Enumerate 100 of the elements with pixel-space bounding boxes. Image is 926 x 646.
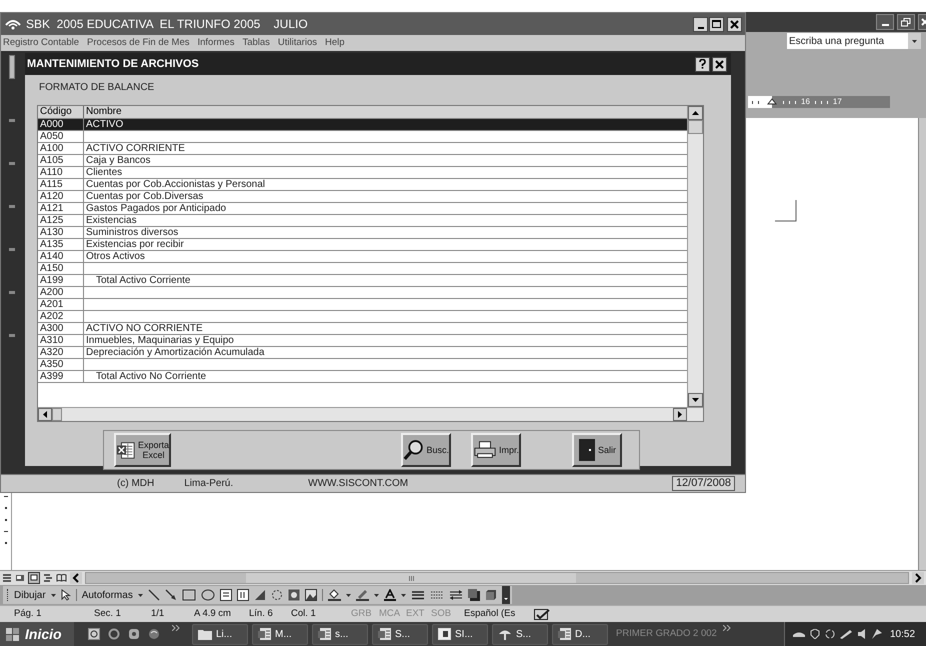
desktop-icon[interactable] <box>88 628 100 640</box>
menu-item[interactable]: Tablas <box>242 36 270 50</box>
table-row[interactable]: A135 Existencias por recibir <box>38 239 687 251</box>
text-box-icon[interactable] <box>220 589 232 601</box>
book-icon[interactable] <box>56 573 67 583</box>
table-row[interactable]: A121 Gastos Pagados por Anticipado <box>38 203 687 215</box>
maximize-button[interactable] <box>709 16 724 32</box>
column-header[interactable]: Nombre <box>86 106 122 117</box>
scroll-up-icon[interactable] <box>692 111 699 115</box>
browser-icon[interactable] <box>108 628 120 640</box>
table-row[interactable]: A300 ACTIVO NO CORRIENTE <box>38 323 687 335</box>
scroll-left-icon[interactable] <box>70 572 82 584</box>
horizontal-scrollbar[interactable] <box>85 572 909 584</box>
search-button[interactable]: Busc. <box>401 433 451 467</box>
table-row[interactable]: A320 Depreciación y Amortización Acumulada <box>38 347 687 359</box>
tray-swirl-icon[interactable] <box>825 629 835 639</box>
vertical-scrollbar[interactable] <box>918 118 926 570</box>
start-button[interactable]: Inicio <box>0 622 74 646</box>
table-row[interactable]: A000 ACTIVO <box>38 119 687 131</box>
table-row[interactable]: A105 Caja y Bancos <box>38 155 687 167</box>
splitter-handle[interactable] <box>9 55 15 79</box>
font-color-icon[interactable] <box>384 589 396 601</box>
tray-speaker-icon[interactable] <box>857 629 867 639</box>
cube-icon[interactable] <box>484 589 497 601</box>
web-view-icon[interactable] <box>15 573 25 583</box>
spelling-icon[interactable] <box>534 608 550 620</box>
page-view-icon[interactable] <box>28 572 40 584</box>
minimize-button[interactable] <box>693 16 708 32</box>
horizontal-scrollbar[interactable] <box>38 407 703 421</box>
line-style-icon[interactable] <box>410 589 425 601</box>
caret-icon[interactable] <box>138 594 143 596</box>
table-row[interactable]: A140 Otros Activos <box>38 251 687 263</box>
close-button[interactable] <box>712 56 727 72</box>
taskbar-button[interactable]: D... <box>552 624 608 644</box>
pointer-icon[interactable] <box>60 589 71 601</box>
taskbar-button[interactable]: SI... <box>432 624 488 644</box>
table-row[interactable]: A050 <box>38 131 687 143</box>
chevron-icon[interactable] <box>172 625 180 631</box>
diagram-icon[interactable] <box>270 589 283 601</box>
table-row[interactable]: A130 Suministros diversos <box>38 227 687 239</box>
table-row[interactable]: A100 ACTIVO CORRIENTE <box>38 143 687 155</box>
caret-icon[interactable] <box>346 594 351 596</box>
table-row[interactable]: A125 Existencias <box>38 215 687 227</box>
exit-button[interactable]: Salir <box>572 433 622 467</box>
dropdown-icon[interactable] <box>908 33 921 49</box>
close-button[interactable] <box>918 14 926 30</box>
table-row[interactable]: A120 Cuentas por Cob.Diversas <box>38 191 687 203</box>
export-button[interactable]: Exporta Excel <box>114 433 171 467</box>
outline-view-icon[interactable] <box>43 573 53 583</box>
caret-icon[interactable] <box>50 594 56 596</box>
table-row[interactable]: A310 Inmuebles, Maquinarias y Equipo <box>38 335 687 347</box>
menu-item[interactable]: Procesos de Fin de Mes <box>87 36 190 50</box>
column-header[interactable]: Código <box>40 106 72 117</box>
image-icon[interactable] <box>304 589 317 601</box>
wordart-icon[interactable] <box>254 589 266 601</box>
normal-view-icon[interactable] <box>2 573 12 583</box>
restore-button[interactable] <box>897 14 915 30</box>
clipart-icon[interactable] <box>288 589 300 601</box>
toolbar-options-icon[interactable] <box>502 586 510 604</box>
scroll-thumb[interactable] <box>688 120 703 134</box>
scroll-right-icon[interactable] <box>678 411 682 418</box>
table-row[interactable]: A399 Total Activo No Corriente <box>38 371 687 383</box>
media-icon[interactable] <box>128 628 140 640</box>
scroll-down-icon[interactable] <box>692 398 699 402</box>
menu-item[interactable]: Registro Contable <box>3 36 80 50</box>
menu-item[interactable]: Utilitarios <box>278 36 317 50</box>
chevron-icon[interactable] <box>722 625 731 631</box>
taskbar-button[interactable]: S... <box>372 624 428 644</box>
table-row[interactable]: A199 Total Activo Corriente <box>38 275 687 287</box>
oval-icon[interactable] <box>200 589 215 601</box>
taskbar-button[interactable]: S... <box>492 624 548 644</box>
taskbar-button[interactable]: s... <box>312 624 368 644</box>
print-button[interactable]: Impr. <box>471 433 521 467</box>
table-row[interactable]: A150 <box>38 263 687 275</box>
shadow-icon[interactable] <box>468 589 480 601</box>
toolbar-menu[interactable]: Dibujar <box>14 588 46 602</box>
close-button[interactable] <box>727 16 742 32</box>
menu-item[interactable]: Help <box>324 36 345 50</box>
table-row[interactable]: A350 <box>38 359 687 371</box>
help-button[interactable] <box>695 56 710 72</box>
arrow-icon[interactable] <box>164 589 177 601</box>
table-row[interactable]: A110 Clientes <box>38 167 687 179</box>
caret-icon[interactable] <box>374 594 379 596</box>
toolbar-menu[interactable]: Autoformas <box>82 588 133 602</box>
line-icon[interactable] <box>148 589 160 601</box>
tray-pen-icon[interactable] <box>840 629 852 639</box>
vertical-scrollbar[interactable] <box>687 106 703 407</box>
table-row[interactable]: A200 <box>38 287 687 299</box>
vertical-text-icon[interactable] <box>236 589 249 601</box>
tray-shield-icon[interactable] <box>810 629 820 639</box>
rectangle-icon[interactable] <box>182 589 196 601</box>
scroll-left-icon[interactable] <box>43 411 47 418</box>
caret-icon[interactable] <box>400 594 406 596</box>
arrow-style-icon[interactable] <box>448 589 463 601</box>
dash-style-icon[interactable] <box>430 589 444 601</box>
pen-icon[interactable] <box>356 589 369 601</box>
globe-icon[interactable] <box>148 628 160 640</box>
taskbar-button[interactable]: Li... <box>192 624 248 644</box>
paint-bucket-icon[interactable] <box>328 589 341 601</box>
scroll-thumb[interactable] <box>52 408 62 421</box>
